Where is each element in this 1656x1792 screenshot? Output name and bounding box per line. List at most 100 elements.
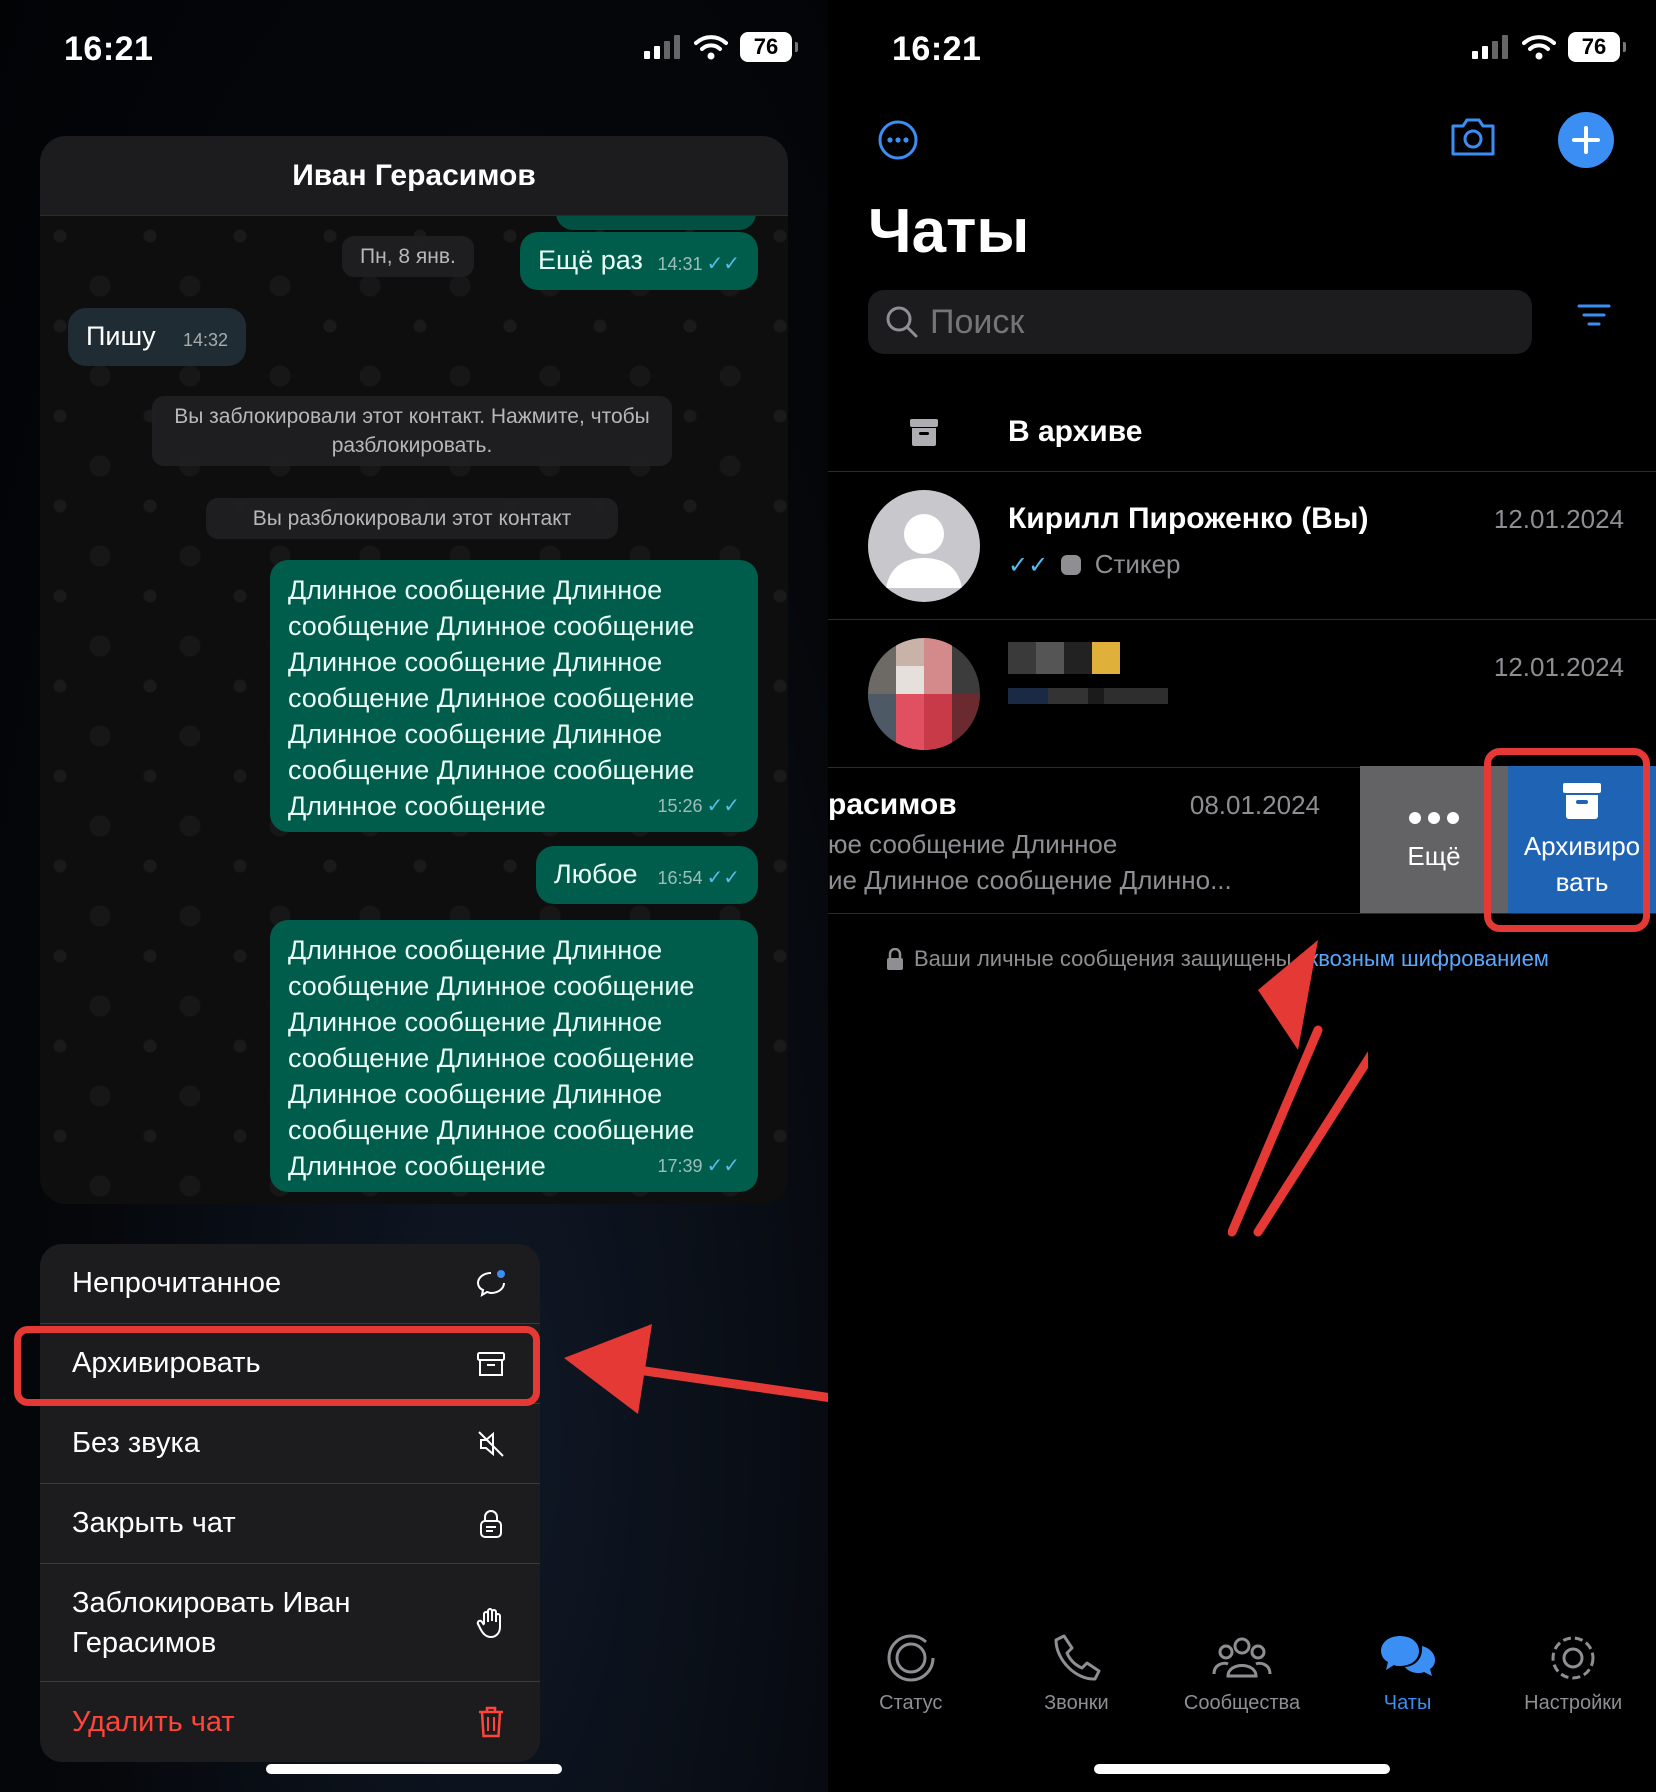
hand-block-icon — [474, 1606, 508, 1640]
filter-icon[interactable] — [1576, 300, 1612, 330]
signal-icon — [644, 35, 680, 59]
swipe-archive-label-2: вать — [1555, 867, 1609, 897]
archive-icon — [1563, 783, 1601, 819]
settings-icon — [1551, 1636, 1595, 1680]
context-menu: Непрочитанное Архивировать Без звука Зак… — [40, 1244, 540, 1762]
message-text: Любое — [554, 859, 638, 889]
message-text: Длинное сообщение Длинное сообщение Длин… — [288, 575, 695, 821]
more-options-icon[interactable] — [876, 118, 920, 162]
tab-status[interactable]: Статус — [828, 1630, 994, 1730]
battery-indicator: 76 — [1568, 32, 1626, 62]
annotation-arrow-icon — [564, 1324, 828, 1414]
menu-item-delete-chat[interactable]: Удалить чат — [40, 1682, 540, 1762]
date-chip: Пн, 8 янв. — [342, 236, 474, 277]
right-screen: 16:21 76 Чаты В архиве Кирилл Пироженко … — [828, 0, 1656, 1792]
swipe-more-button[interactable]: Ещё — [1360, 766, 1508, 913]
status-time: 16:21 — [64, 30, 154, 68]
swipe-archive-label-1: Архивиро — [1523, 831, 1641, 861]
lock-chat-icon — [474, 1507, 508, 1541]
read-check-icon: ✓✓ — [706, 253, 740, 275]
menu-item-archive[interactable]: Архивировать — [40, 1324, 540, 1404]
message-bubble[interactable]: Любое 16:54 ✓✓ — [536, 846, 758, 904]
chat-header-name: Иван Герасимов — [40, 136, 788, 216]
tab-bar: Статус Звонки Сообщества Чаты Настройки — [828, 1630, 1656, 1730]
swiped-chat-row[interactable]: расимов 08.01.2024 юе сообщение Длинное … — [828, 766, 1656, 914]
chats-icon — [1380, 1636, 1435, 1676]
menu-item-unread[interactable]: Непрочитанное — [40, 1244, 540, 1324]
new-chat-plus-icon[interactable] — [1558, 112, 1614, 168]
lock-icon — [887, 948, 903, 970]
avatar — [868, 490, 980, 602]
read-check-icon: ✓✓ — [706, 795, 740, 817]
chat-date: 12.01.2024 — [1493, 504, 1624, 534]
message-text: Пишу — [86, 321, 156, 351]
message-bubble[interactable]: Длинное сообщение Длинное сообщение Длин… — [270, 560, 758, 832]
menu-item-lock-chat[interactable]: Закрыть чат — [40, 1484, 540, 1564]
tab-communities[interactable]: Сообщества — [1159, 1630, 1325, 1730]
mute-icon — [474, 1427, 508, 1461]
message-meta: 17:39 ✓✓ — [657, 1155, 740, 1177]
read-check-icon: ✓✓ — [1008, 552, 1049, 579]
default-avatar-icon — [886, 514, 962, 588]
menu-item-mute[interactable]: Без звука — [40, 1404, 540, 1484]
chat-preview: Иван Герасимов Пн, 8 янв. Ещё раз 14:31 ✓… — [40, 136, 788, 1204]
chat-date: 12.01.2024 — [1493, 652, 1624, 682]
chat-last-message-line1: юе сообщение Длинное — [828, 829, 1118, 859]
message-meta: 16:54 ✓✓ — [657, 867, 740, 889]
phone-icon — [1054, 1634, 1101, 1681]
encryption-note: Ваши личные сообщения защищены сквозным … — [886, 946, 1549, 972]
search-input[interactable] — [930, 302, 1510, 342]
message-meta: 14:31 ✓✓ — [657, 253, 740, 275]
swipe-archive-button[interactable]: Архивиро вать — [1508, 766, 1656, 913]
status-bar: 16:21 76 — [828, 0, 1656, 100]
chat-last-message: ✓✓ Стикер — [1008, 549, 1181, 579]
trash-icon — [474, 1705, 508, 1739]
status-icons: 76 — [1472, 32, 1626, 62]
chat-name: расимов — [828, 788, 957, 821]
annotation-arrow-icon — [1253, 1051, 1368, 1237]
message-text: Ещё раз — [538, 245, 643, 275]
tab-settings[interactable]: Настройки — [1490, 1630, 1656, 1730]
message-bubble-incoming[interactable]: Пишу 14:32 — [68, 308, 246, 366]
encryption-link[interactable]: сквозным шифрованием — [1298, 946, 1549, 971]
search-bar[interactable] — [868, 290, 1532, 354]
tab-chats[interactable]: Чаты — [1325, 1630, 1491, 1730]
archived-chats-row[interactable]: В архиве — [828, 392, 1656, 472]
system-message-blocked[interactable]: Вы заблокировали этот контакт. Нажмите, … — [152, 396, 672, 466]
message-bubble[interactable]: Ещё раз 14:31 ✓✓ — [520, 232, 758, 290]
message-bubble[interactable]: Длинное сообщение Длинное сообщение Длин… — [270, 920, 758, 1192]
read-check-icon: ✓✓ — [706, 867, 740, 889]
battery-indicator: 76 — [740, 32, 798, 62]
camera-icon[interactable] — [1448, 114, 1498, 158]
archive-box-icon — [910, 418, 938, 446]
ellipsis-icon — [1409, 811, 1459, 824]
pixelated-message — [1008, 688, 1168, 704]
chat-messages: Пн, 8 янв. Ещё раз 14:31 ✓✓ Пишу 14:32 Вы… — [40, 196, 788, 1204]
search-icon — [886, 306, 918, 338]
read-check-icon: ✓✓ — [706, 1155, 740, 1177]
unread-chat-icon — [474, 1267, 508, 1301]
chat-date: 08.01.2024 — [1189, 790, 1320, 820]
wifi-icon — [694, 35, 728, 60]
pixelated-name — [1008, 642, 1120, 674]
tab-calls[interactable]: Звонки — [994, 1630, 1160, 1730]
menu-item-block[interactable]: Заблокировать Иван Герасимов — [40, 1564, 540, 1682]
page-title: Чаты — [868, 197, 1030, 266]
status-bar: 16:21 76 — [0, 0, 828, 100]
wifi-icon — [1522, 35, 1556, 60]
chat-last-message-line2: ие Длинное сообщение Длинно... — [828, 865, 1232, 895]
swipe-more-label: Ещё — [1407, 840, 1461, 871]
chat-list-item[interactable]: Кирилл Пироженко (Вы) 12.01.2024 ✓✓ Стик… — [828, 472, 1656, 620]
annotation-arrow-icon — [1228, 1025, 1323, 1237]
home-indicator — [1094, 1764, 1390, 1774]
communities-icon — [1212, 1637, 1272, 1678]
chat-list-item[interactable]: 12.01.2024 — [828, 620, 1656, 768]
system-message-unblocked: Вы разблокировали этот контакт — [206, 498, 618, 539]
message-text: Длинное сообщение Длинное сообщение Длин… — [288, 935, 695, 1181]
signal-icon — [1472, 35, 1508, 59]
chat-name: Кирилл Пироженко (Вы) — [1008, 502, 1369, 535]
avatar-pixelated — [868, 638, 980, 750]
message-time: 14:32 — [182, 330, 228, 350]
archived-label: В архиве — [1008, 414, 1143, 448]
status-time: 16:21 — [892, 30, 982, 68]
